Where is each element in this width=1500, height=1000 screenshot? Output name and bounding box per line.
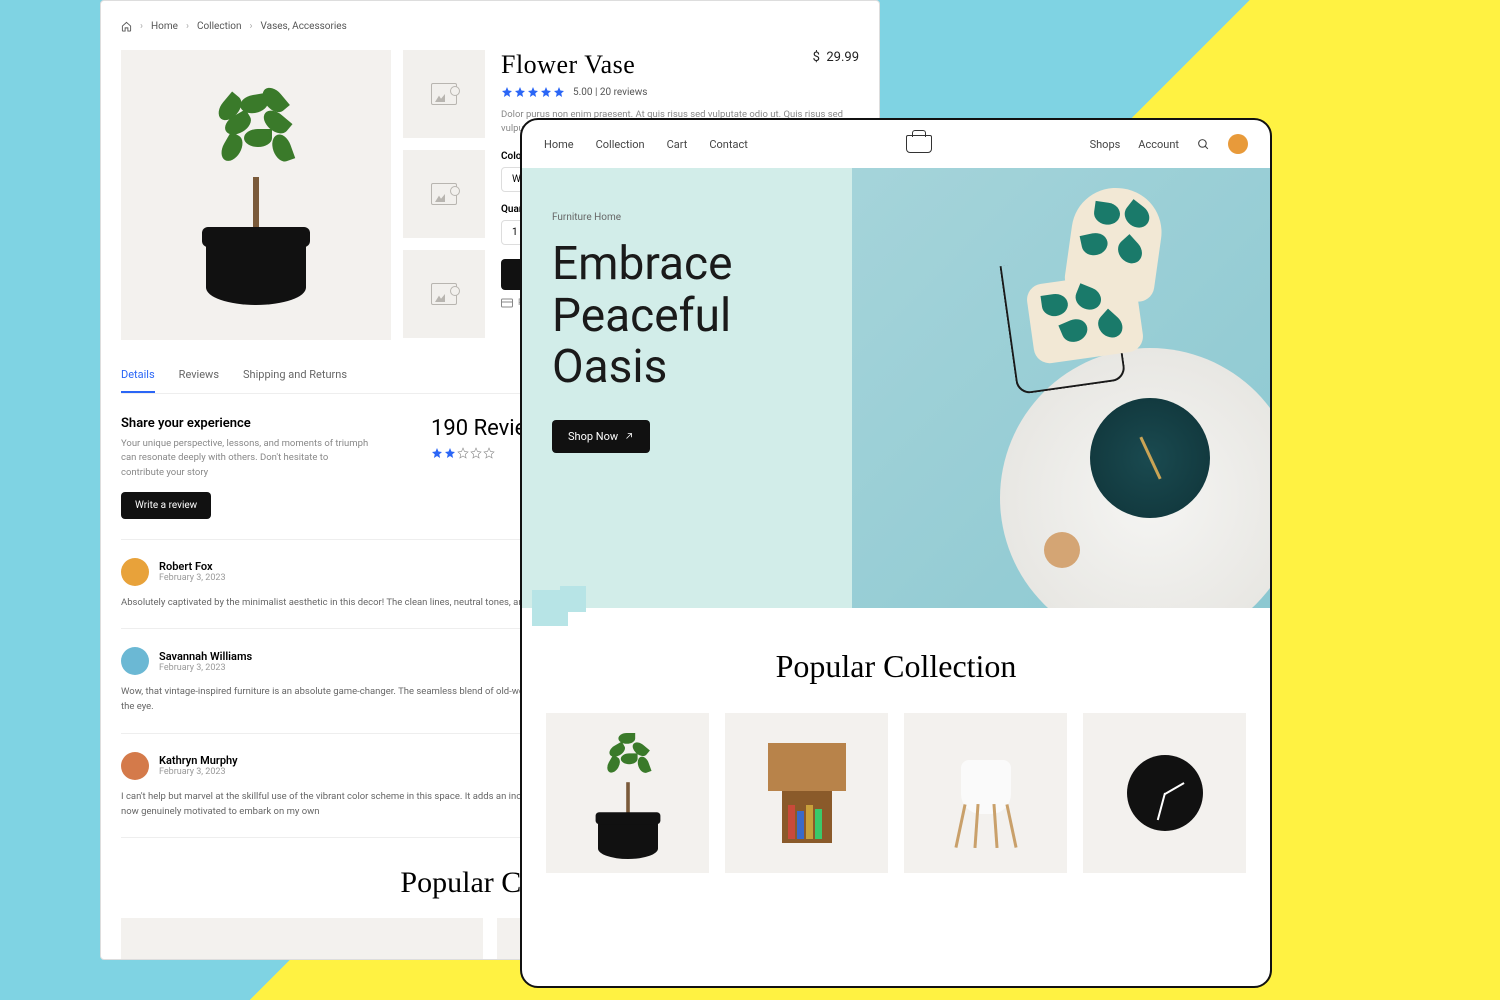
star-icon [514, 86, 526, 98]
search-icon[interactable] [1197, 138, 1210, 151]
hero-left: Furniture Home EmbracePeacefulOasis Shop… [522, 168, 852, 608]
star-icon [444, 447, 456, 459]
avatar[interactable] [1228, 134, 1248, 154]
plate-illustration [1090, 398, 1210, 518]
hero: Furniture Home EmbracePeacefulOasis Shop… [522, 168, 1270, 608]
avatar [121, 752, 149, 780]
arrow-icon [624, 431, 634, 441]
review-name: Robert Fox [159, 560, 226, 573]
nav-cart[interactable]: Cart [667, 138, 688, 151]
product-price: $ 29.99 [813, 50, 859, 65]
main-product-image[interactable] [121, 50, 391, 340]
rating-text: 5.00 | 20 reviews [573, 87, 647, 98]
star-outline-icon [457, 447, 469, 459]
star-icon [431, 447, 443, 459]
thumbnail[interactable] [403, 50, 485, 138]
shelf-icon [768, 743, 846, 843]
product-gallery [121, 50, 485, 340]
thumbnail-list [403, 50, 485, 340]
tab-reviews[interactable]: Reviews [179, 368, 219, 393]
clock-icon [1127, 755, 1203, 831]
star-outline-icon [470, 447, 482, 459]
star-icon [540, 86, 552, 98]
chevron-icon: › [250, 21, 253, 32]
nav-account[interactable]: Account [1138, 138, 1179, 151]
review-date: February 3, 2023 [159, 573, 226, 583]
image-placeholder-icon [431, 183, 457, 205]
star-icon [527, 86, 539, 98]
image-placeholder-icon [431, 283, 457, 305]
star-rating [501, 86, 565, 98]
logo[interactable] [748, 135, 1090, 153]
popular-card-shelf[interactable] [725, 713, 888, 873]
share-title: Share your experience [121, 416, 371, 431]
nav-right: Shops Account [1090, 134, 1248, 154]
star-icon [501, 86, 513, 98]
hero-title: EmbracePeacefulOasis [552, 239, 852, 394]
thumbnail[interactable] [403, 250, 485, 338]
popular-section: Popular Collection [522, 608, 1270, 873]
popular-card-chair[interactable] [904, 713, 1067, 873]
popular-grid [546, 713, 1246, 873]
plant-illustration [196, 85, 316, 305]
breadcrumb-current: Vases, Accessories [261, 21, 347, 32]
popular-title: Popular Collection [546, 648, 1246, 685]
quantity-value: 1 [512, 227, 518, 238]
product-title: Flower Vase [501, 50, 635, 80]
hero-tag: Furniture Home [552, 212, 852, 223]
rating-row: 5.00 | 20 reviews [501, 86, 859, 98]
review-name: Kathryn Murphy [159, 754, 238, 767]
chair-icon [951, 738, 1021, 848]
card-icon [501, 298, 513, 308]
logo-icon [906, 135, 932, 153]
popular-card-clock[interactable] [1083, 713, 1246, 873]
write-review-button[interactable]: Write a review [121, 492, 211, 519]
cup-illustration [1044, 532, 1080, 568]
star-icon [553, 86, 565, 98]
review-name: Savannah Williams [159, 650, 252, 663]
chair-illustration [1020, 188, 1160, 388]
nav-home[interactable]: Home [544, 138, 574, 151]
review-date: February 3, 2023 [159, 663, 252, 673]
star-outline-icon [483, 447, 495, 459]
avatar [121, 558, 149, 586]
breadcrumb-collection[interactable]: Collection [197, 21, 242, 32]
chevron-icon: › [186, 21, 189, 32]
review-date: February 3, 2023 [159, 767, 238, 777]
topbar: Home Collection Cart Contact Shops Accou… [522, 120, 1270, 168]
landing-frame: Home Collection Cart Contact Shops Accou… [520, 118, 1272, 988]
thumbnail[interactable] [403, 150, 485, 238]
shop-now-button[interactable]: Shop Now [552, 420, 650, 453]
nav-collection[interactable]: Collection [596, 138, 645, 151]
popular-card[interactable] [121, 918, 483, 960]
breadcrumb-home[interactable]: Home [151, 21, 178, 32]
decor-square [560, 586, 586, 612]
nav-left: Home Collection Cart Contact [544, 138, 748, 151]
nav-shops[interactable]: Shops [1090, 138, 1121, 151]
share-text: Your unique perspective, lessons, and mo… [121, 437, 371, 480]
nav-contact[interactable]: Contact [709, 138, 747, 151]
hero-right [852, 168, 1270, 608]
tab-details[interactable]: Details [121, 368, 155, 393]
home-icon[interactable] [121, 21, 132, 32]
popular-card-vase[interactable] [546, 713, 709, 873]
plant-icon [592, 727, 664, 859]
image-placeholder-icon [431, 83, 457, 105]
chevron-icon: › [140, 21, 143, 32]
tab-shipping[interactable]: Shipping and Returns [243, 368, 347, 393]
breadcrumb: › Home › Collection › Vases, Accessories [121, 21, 859, 32]
avatar [121, 647, 149, 675]
